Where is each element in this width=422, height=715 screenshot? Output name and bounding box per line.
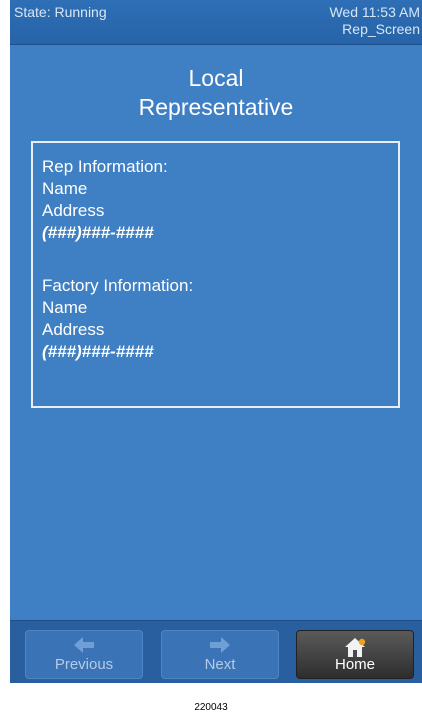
- home-button-label: Home: [334, 656, 375, 673]
- factory-phone: (###)###-####: [42, 342, 154, 361]
- next-button-label: Next: [204, 656, 236, 673]
- factory-info-group: Factory Information: Name Address (###)#…: [42, 275, 193, 363]
- figure-caption: 220043: [194, 702, 228, 713]
- page-title-line2: Representative: [138, 94, 294, 120]
- rep-info-group: Rep Information: Name Address (###)###-#…: [42, 156, 168, 244]
- home-button[interactable]: Home: [296, 630, 414, 679]
- previous-button-label: Previous: [54, 656, 114, 673]
- nav-bar: Previous Next Home: [10, 620, 422, 683]
- rep-address: Address: [42, 201, 105, 220]
- factory-info-heading: Factory Information:: [42, 276, 194, 295]
- device-screen: State: Running Wed 11:53 AM Rep_Screen L…: [10, 0, 422, 683]
- status-bar: State: Running Wed 11:53 AM Rep_Screen: [10, 0, 422, 45]
- factory-name: Name: [42, 298, 88, 317]
- page-title-line1: Local: [188, 65, 244, 91]
- next-button[interactable]: Next: [161, 630, 279, 679]
- rep-phone: (###)###-####: [42, 223, 154, 242]
- datetime: Wed 11:53 AM: [329, 4, 420, 20]
- factory-address: Address: [42, 320, 105, 339]
- page-title: Local Representative: [10, 64, 422, 122]
- info-box: Rep Information: Name Address (###)###-#…: [31, 141, 400, 408]
- rep-info-heading: Rep Information:: [42, 157, 168, 176]
- rep-name: Name: [42, 179, 88, 198]
- previous-button[interactable]: Previous: [25, 630, 143, 679]
- screen-name: Rep_Screen: [342, 21, 420, 37]
- machine-state: State: Running: [14, 4, 107, 20]
- status-right: Wed 11:53 AM Rep_Screen: [329, 4, 420, 38]
